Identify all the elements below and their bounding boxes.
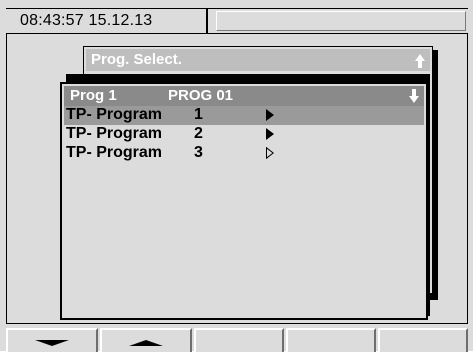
program-name: TP- Program	[66, 125, 163, 142]
softkey-bar	[6, 323, 468, 352]
clock-text: 08:43:57 15.12.13	[20, 12, 153, 29]
status-message-field	[216, 11, 466, 31]
list-item[interactable]: TP- Program 1	[64, 106, 424, 125]
softkey-5[interactable]	[378, 328, 468, 352]
program-number: 2	[194, 125, 203, 142]
softkey-3[interactable]	[194, 328, 284, 352]
softkey-scroll-up[interactable]	[100, 328, 192, 352]
program-number: 3	[194, 144, 203, 161]
clock-panel: 08:43:57 15.12.13	[6, 9, 208, 33]
program-name: TP- Program	[66, 144, 163, 161]
status-bar: 08:43:57 15.12.13	[6, 8, 468, 34]
program-list: TP- Program 1 TP- Program 2 TP- Program …	[64, 106, 424, 163]
hmi-screen: 08:43:57 15.12.13 Prog. Select. Prog 1 P…	[0, 0, 473, 352]
prog-select-title-bar: Prog. Select.	[86, 49, 430, 71]
play-arrow-outline-icon	[266, 147, 274, 159]
list-item[interactable]: TP- Program 3	[64, 144, 424, 163]
program-number: 1	[194, 106, 203, 123]
softkey-scroll-down[interactable]	[6, 328, 98, 352]
program-list-title-bar: Prog 1 PROG 01	[64, 86, 424, 106]
softkey-4[interactable]	[286, 328, 376, 352]
list-item[interactable]: TP- Program 2	[64, 125, 424, 144]
prog-select-title: Prog. Select.	[91, 51, 182, 68]
program-list-window: Prog 1 PROG 01 TP- Program 1 TP- Program…	[60, 82, 428, 320]
arrow-up-icon[interactable]	[414, 53, 426, 69]
program-list-current: PROG 01	[168, 87, 234, 104]
play-arrow-icon	[266, 128, 274, 140]
program-list-title: Prog 1	[70, 87, 117, 104]
arrow-down-icon	[35, 340, 69, 346]
arrow-up-icon	[129, 340, 163, 346]
program-name: TP- Program	[66, 106, 163, 123]
play-arrow-icon	[266, 109, 274, 121]
arrow-down-icon[interactable]	[408, 88, 420, 104]
